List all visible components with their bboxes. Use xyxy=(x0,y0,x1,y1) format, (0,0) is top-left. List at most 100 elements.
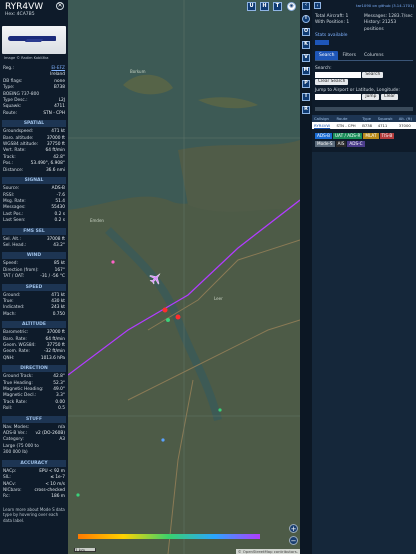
poi-marker[interactable] xyxy=(161,438,165,442)
tool-button-r[interactable]: R xyxy=(302,106,310,114)
map-tool-column: ‹ i O K V M P I R xyxy=(300,0,312,554)
search-input[interactable] xyxy=(315,71,361,78)
tool-button-i[interactable]: i xyxy=(302,15,310,23)
jump-input[interactable] xyxy=(315,93,361,100)
tool-button-v[interactable]: V xyxy=(302,54,310,62)
photo-credit: Image © Radim Koblížka xyxy=(4,56,49,60)
stats-color-chip xyxy=(315,39,329,45)
place-label: Borkum xyxy=(130,69,146,74)
spatial-value: 36.6 nmi xyxy=(45,167,65,173)
place-label: Leer xyxy=(214,296,223,301)
section-direction: DIRECTION xyxy=(2,365,66,373)
aircraft-info-panel: RYR4VW Hex: 4CA7B5 ✕ Image © Radim Koblí… xyxy=(0,0,68,554)
place-label: Emden xyxy=(90,218,104,223)
signal-value: 0.2 s xyxy=(54,218,65,224)
close-icon[interactable]: ✕ xyxy=(56,2,64,10)
source-badge: MLAT xyxy=(363,133,379,140)
jump-button[interactable]: Jump xyxy=(362,93,380,100)
zoom-out-button[interactable]: − xyxy=(289,536,298,545)
tool-button-m[interactable]: M xyxy=(302,67,310,75)
search-button[interactable]: Search xyxy=(362,71,384,78)
stats-block: Total Aircraft: 1 Messages: 1283.7/sec W… xyxy=(312,12,416,47)
column-header[interactable]: Type xyxy=(360,115,376,123)
section-spatial: SPATIAL xyxy=(2,120,66,128)
tab-search[interactable]: Search xyxy=(315,50,339,60)
fms-row: Sel. Head.: 43.2° xyxy=(2,243,66,249)
column-header[interactable]: Route xyxy=(334,115,361,123)
accuracy-value: 186 m xyxy=(51,494,65,500)
tab-columns[interactable]: Columns xyxy=(360,51,388,60)
collapse-toggle-icon[interactable]: ‹ xyxy=(314,2,321,9)
source-badge: UAT / ADS-R xyxy=(332,133,363,140)
stuff-label: 300 000 lb) xyxy=(3,450,28,456)
altitude-label: QNH: xyxy=(3,355,15,361)
column-header[interactable]: Callsign xyxy=(312,115,335,123)
empty-list-area xyxy=(312,152,416,554)
wind-label: TAT / OAT: xyxy=(3,274,25,280)
tool-button-o[interactable]: O xyxy=(302,28,310,36)
accuracy-rows: NACp: EPU < 92 m SIL: ≤ 1e-7 NACv: < 10 m/s NI… xyxy=(2,469,66,501)
zoom-in-button[interactable]: + xyxy=(289,524,298,533)
station-marker[interactable] xyxy=(162,307,168,313)
clear-search-button[interactable]: Clear Search xyxy=(315,79,349,86)
speed-rows: Ground: 471 kt True: 430 kt Indicated: 243 kt… xyxy=(2,293,66,319)
aircraft-photo[interactable] xyxy=(2,26,66,54)
clear-button[interactable]: Clear xyxy=(380,93,398,100)
source-badge: AIS xyxy=(335,141,347,148)
section-altitude: ALTITUDE xyxy=(2,321,66,329)
signal-rows: Source: ADS-B RSSI: -7.6 Msg. Rate: 51.4 Messa… xyxy=(2,186,66,224)
map-button-h[interactable]: H xyxy=(260,2,269,11)
callsign-title: RYR4VW xyxy=(5,2,44,12)
rows1-label: Reg.: xyxy=(3,66,14,71)
spatial-rows: Groundspeed: 471 kt Baro. altitude: 37000 f… xyxy=(2,129,66,174)
stuff-value: A3 xyxy=(59,437,65,443)
station-marker[interactable] xyxy=(175,314,181,320)
divider xyxy=(315,107,413,112)
table-cell: B738 xyxy=(360,122,376,130)
section-stuff: STUFF xyxy=(2,415,66,423)
tool-button-p[interactable]: P xyxy=(302,80,310,88)
tab-filters[interactable]: Filters xyxy=(338,51,360,60)
table-cell: 37000 xyxy=(396,122,416,130)
rows1-value: B738 xyxy=(53,85,65,91)
altitude-row: QNH: 1013.6 hPa xyxy=(2,356,66,362)
source-badge: ADS-C xyxy=(347,141,365,148)
table-header-row: Callsign Route Type Squawk Alt. (ft) xyxy=(312,115,416,123)
map-button-t[interactable]: T xyxy=(273,2,282,11)
layers-icon[interactable]: ◉ xyxy=(287,2,296,11)
basic-rows: Reg.: EI-EFZ Ireland DB flags: none Type: B738… xyxy=(2,66,66,117)
direction-rows: Ground Track: 42.8° True Heading: 52.3° Magn… xyxy=(2,374,66,412)
tool-button-k[interactable]: K xyxy=(302,41,310,49)
with-position: With Position: 1 xyxy=(315,20,350,26)
column-header[interactable]: Alt. (ft) xyxy=(396,115,416,123)
hex-code: Hex: 4CA7B5 xyxy=(5,12,35,17)
speed-row: Mach: 0.750 xyxy=(2,312,66,318)
coast-land xyxy=(178,140,300,212)
map-attribution[interactable]: © OpenStreetMap contributors. xyxy=(235,549,300,554)
rows1-row: Route: STN - CPH xyxy=(2,111,66,117)
table-row[interactable]: RYR4VW STN - CPH B738 4711 37000 xyxy=(312,122,416,130)
speed-label: Mach: xyxy=(3,311,16,317)
info-header: RYR4VW Hex: 4CA7B5 ✕ xyxy=(2,0,66,20)
source-badge: ADS-B xyxy=(315,133,332,140)
poi-marker[interactable] xyxy=(76,493,80,497)
signal-label: Last Seen: xyxy=(3,218,26,224)
source-badge: Mode-S xyxy=(315,141,335,148)
station-marker[interactable] xyxy=(166,318,170,322)
map-canvas[interactable]: Borkum Emden Leer xyxy=(68,0,300,554)
column-header[interactable]: Squawk xyxy=(375,115,397,123)
panel-tabs: Search Filters Columns xyxy=(315,50,413,61)
tool-button-i[interactable]: I xyxy=(302,93,310,101)
fms-value: 43.2° xyxy=(53,242,65,248)
section-accuracy: ACCURACY xyxy=(2,459,66,467)
poi-marker[interactable] xyxy=(111,260,115,264)
rows1-label: Route: xyxy=(3,110,17,116)
map-view[interactable]: Borkum Emden Leer UHT ◉ + − 1 km © OpenS… xyxy=(68,0,300,554)
version-link[interactable]: tar1090 on github (3.14.1701) xyxy=(312,0,416,12)
map-button-u[interactable]: U xyxy=(247,2,256,11)
altitude-legend xyxy=(78,534,260,539)
table-cell[interactable]: RYR4VW xyxy=(312,122,335,130)
poi-marker[interactable] xyxy=(218,408,222,412)
spatial-row: Distance: 36.6 nmi xyxy=(2,168,66,174)
expand-arrow-icon[interactable]: ‹ xyxy=(302,2,310,10)
